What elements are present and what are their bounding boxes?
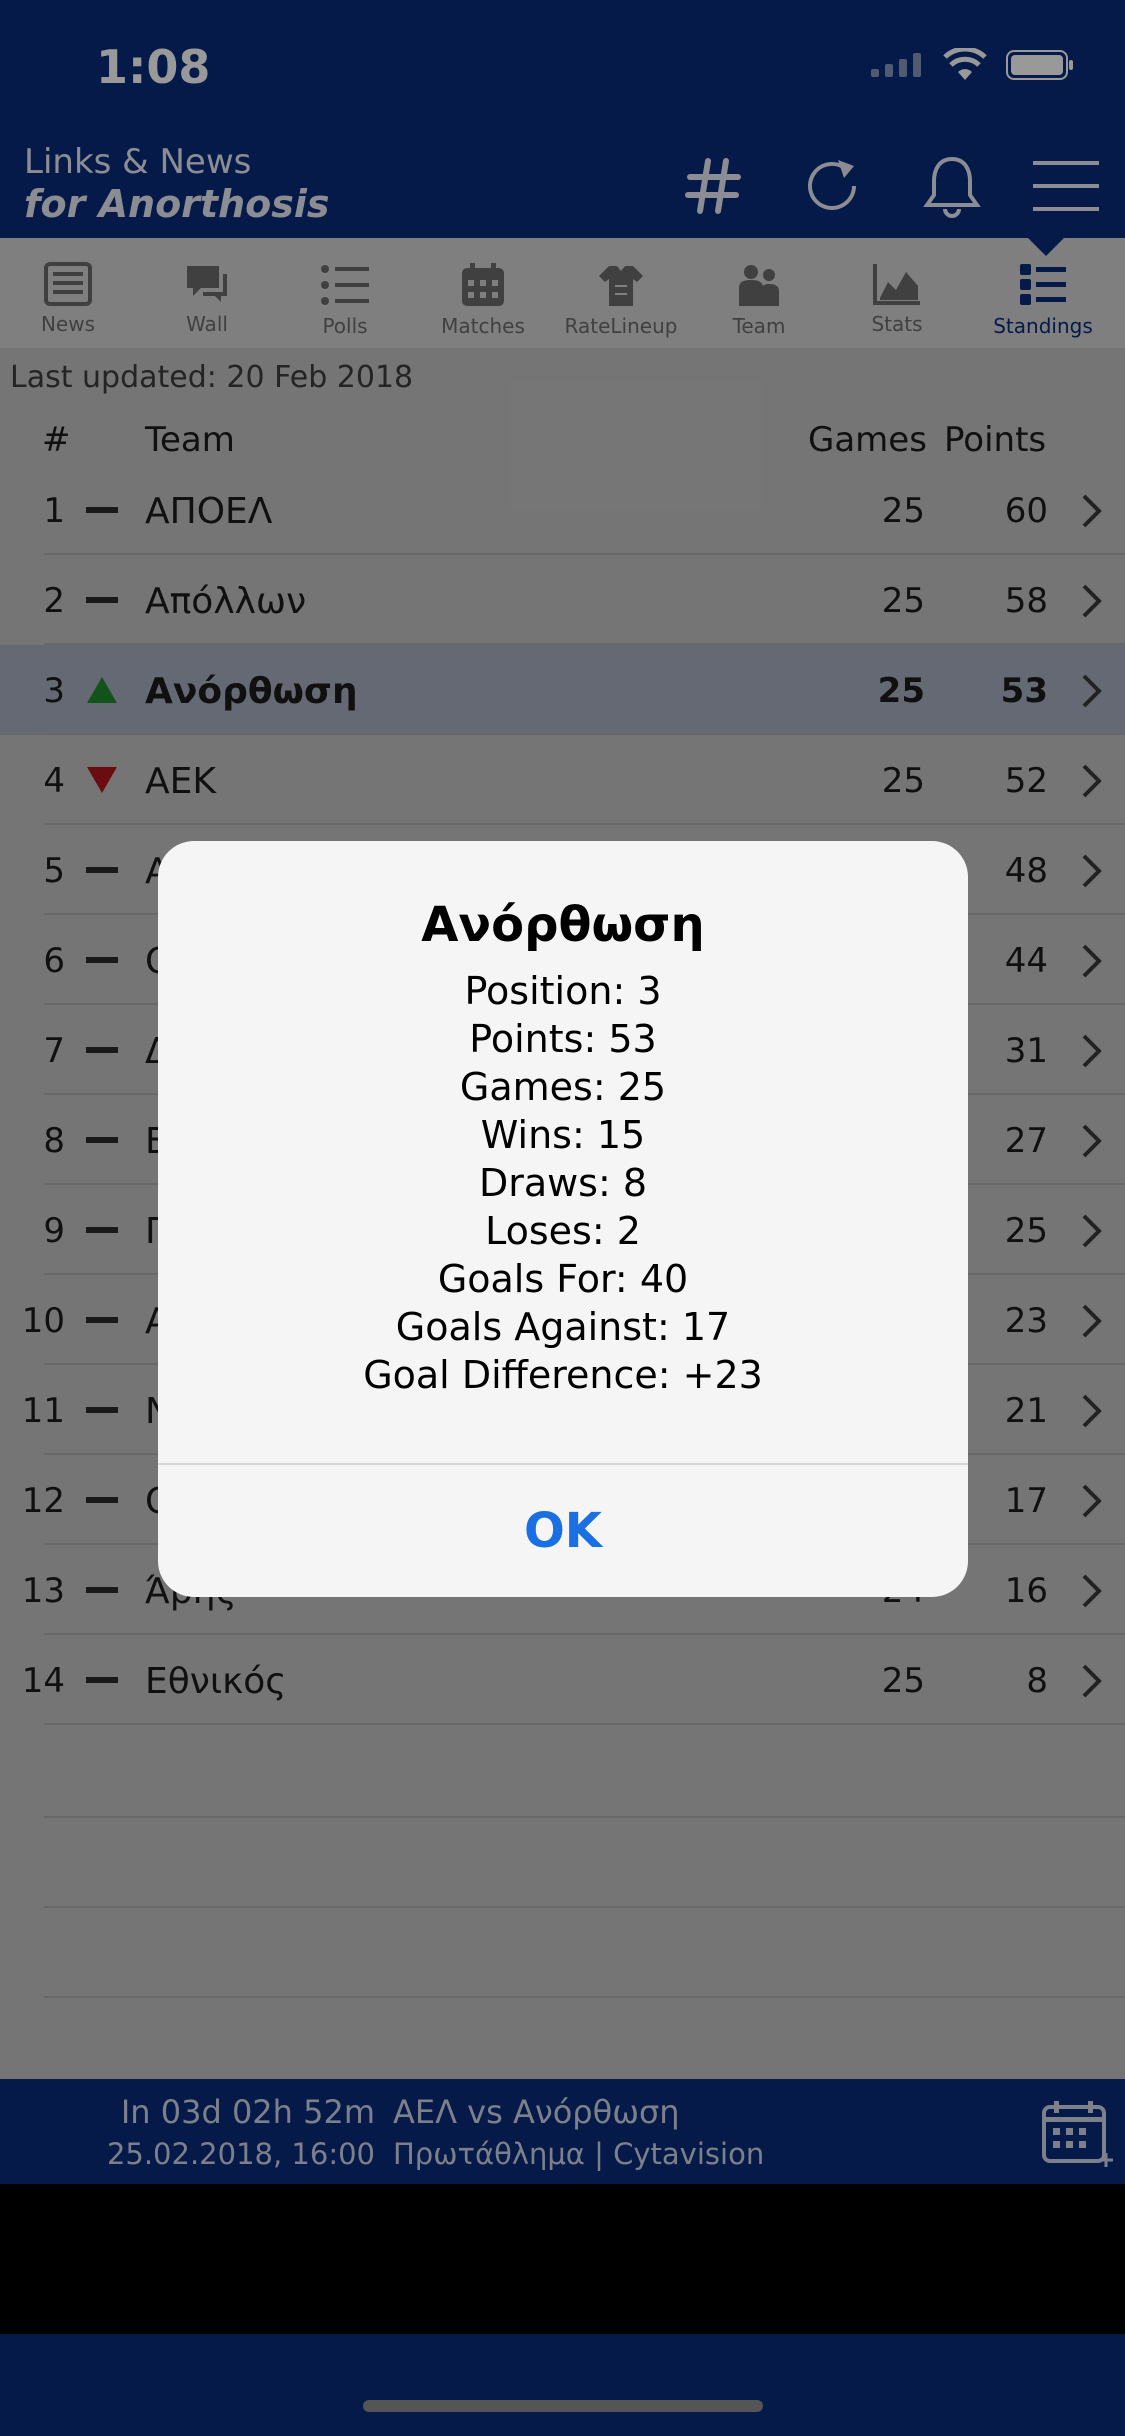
- dialog-position: Position: 3: [464, 969, 662, 1013]
- dialog-goals-for: Goals For: 40: [437, 1257, 689, 1301]
- dialog-loses: Loses: 2: [485, 1209, 641, 1253]
- team-details-dialog: Ανόρθωση Position: 3 Points: 53 Games: 2…: [158, 841, 968, 1597]
- ok-button[interactable]: OK: [158, 1465, 968, 1597]
- dialog-wins: Wins: 15: [480, 1113, 646, 1157]
- dialog-goals-against: Goals Against: 17: [395, 1305, 731, 1349]
- dialog-goal-difference: Goal Difference: +23: [363, 1353, 763, 1397]
- dialog-points: Points: 53: [469, 1017, 657, 1061]
- dialog-games: Games: 25: [459, 1065, 667, 1109]
- dialog-title: Ανόρθωση: [421, 897, 705, 953]
- dialog-draws: Draws: 8: [478, 1161, 648, 1205]
- dialog-details: Position: 3 Points: 53 Games: 25 Wins: 1…: [158, 967, 968, 1399]
